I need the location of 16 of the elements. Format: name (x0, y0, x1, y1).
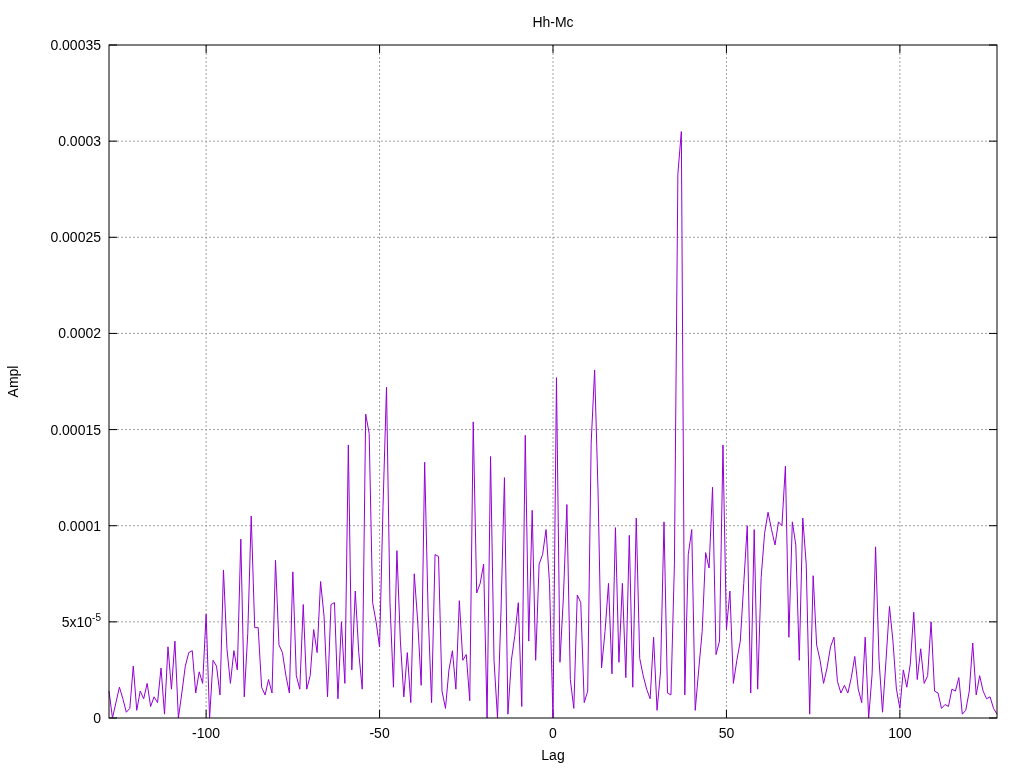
tick-label: 50 (718, 725, 735, 741)
tick-label: 0 (549, 725, 557, 741)
tick-label: 100 (888, 725, 912, 741)
tick-label: 5x10$^{-5}$ (61, 611, 101, 630)
axis-label: Ampl (5, 365, 21, 398)
tick-label: -100 (192, 725, 221, 741)
tick-label: 0.0003 (58, 133, 101, 150)
axis-label: Lag (541, 747, 565, 763)
tick-label: 0.00025 (50, 229, 101, 246)
tick-label: -50 (369, 725, 390, 741)
tick-label: 0 (93, 710, 101, 726)
tick-label: 0.00035 (50, 37, 101, 53)
chart-title: Hh-Mc (532, 14, 574, 30)
tick-label: 0.0002 (58, 325, 101, 342)
tick-label: 0.00015 (50, 421, 101, 438)
tick-label: 0.0001 (58, 517, 101, 534)
